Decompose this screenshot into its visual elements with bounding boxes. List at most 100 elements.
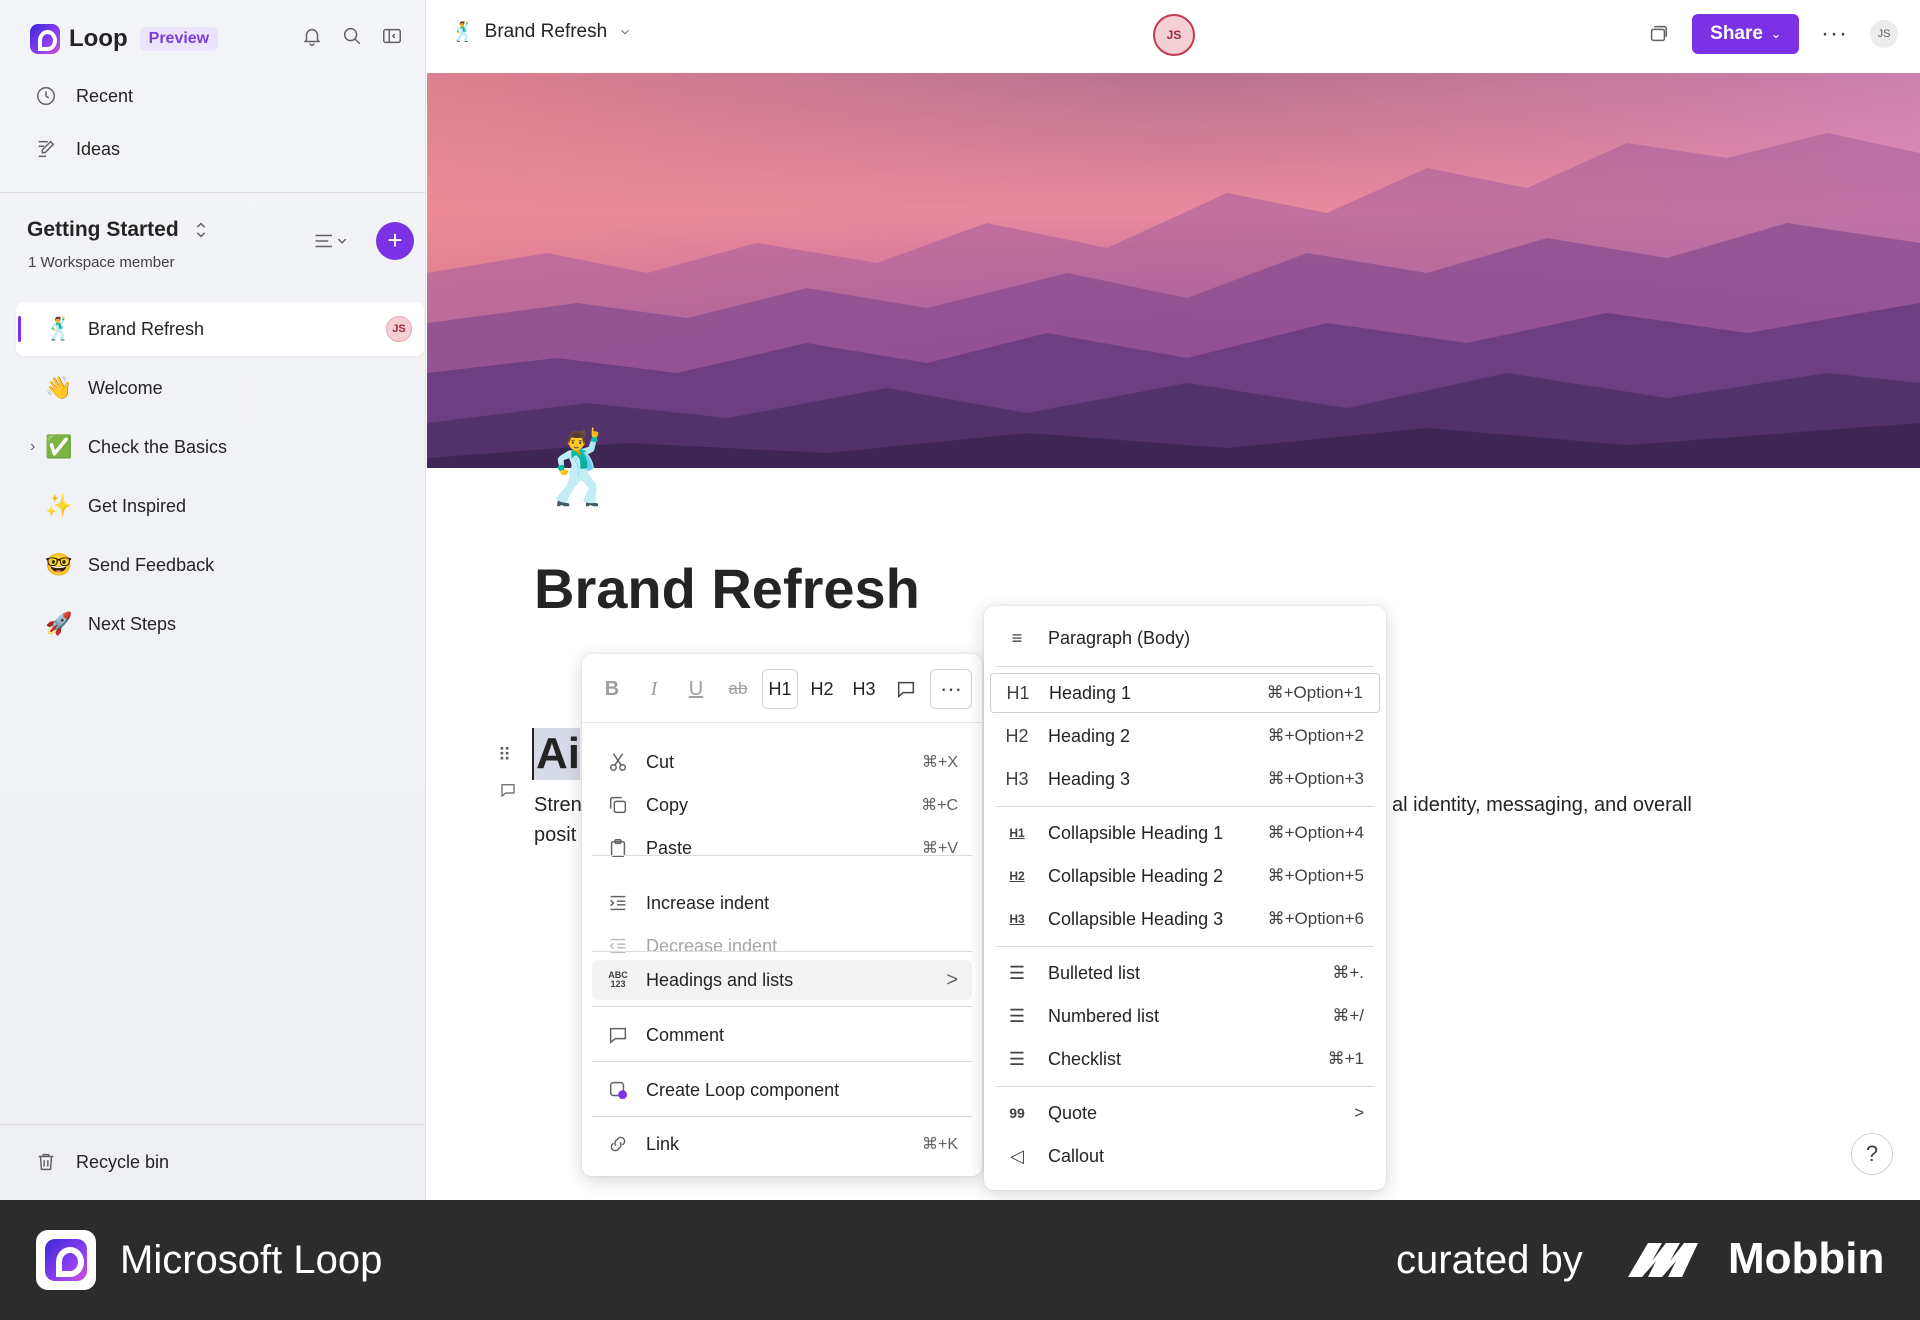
nav-recent-label: Recent: [76, 85, 134, 106]
h3-button[interactable]: H3: [846, 669, 882, 709]
strikethrough-button[interactable]: ab: [720, 669, 756, 709]
submenu-item-heading-2[interactable]: H2 Heading 2 ⌘+Option+2: [990, 716, 1380, 756]
page-item-next-steps[interactable]: 🚀 Next Steps: [16, 597, 424, 651]
copy-icon: [606, 793, 630, 817]
nav-ideas[interactable]: Ideas: [34, 135, 120, 163]
menu-item-headings-and-lists[interactable]: ABC 123 Headings and lists >: [592, 960, 972, 1000]
headings-submenu: ≡ Paragraph (Body) H1 Heading 1 ⌘+Option…: [984, 606, 1386, 1190]
body-text-right[interactable]: al identity, messaging, and overall: [1392, 790, 1692, 820]
pencil-paper-icon: [34, 137, 58, 161]
submenu-item-numbered-list[interactable]: ☰ Numbered list ⌘+/: [990, 996, 1380, 1036]
body-line-2: posit: [534, 824, 577, 846]
submenu-item-shortcut: ⌘+/: [1332, 1006, 1364, 1025]
more-options-button[interactable]: ···: [1821, 20, 1848, 48]
menu-item-comment[interactable]: Comment: [592, 1015, 972, 1055]
page-item-brand-refresh[interactable]: 🕺 Brand Refresh JS: [16, 302, 424, 356]
chevron-right-icon[interactable]: ›: [30, 438, 35, 456]
chevron-right-icon: >: [1354, 1103, 1364, 1122]
share-button-label: Share: [1710, 23, 1763, 44]
help-button[interactable]: ?: [1851, 1133, 1893, 1175]
h1-icon: H1: [1006, 682, 1030, 703]
search-icon[interactable]: [340, 24, 364, 48]
share-button[interactable]: Share ⌄: [1692, 14, 1800, 54]
submenu-item-shortcut: ⌘+Option+6: [1267, 909, 1364, 928]
submenu-item-paragraph[interactable]: ≡ Paragraph (Body): [990, 618, 1380, 658]
menu-item-label: Copy: [646, 794, 689, 815]
collapse-sidebar-icon[interactable]: [380, 24, 404, 48]
h2-button[interactable]: H2: [804, 669, 840, 709]
submenu-item-collapsible-heading-2[interactable]: H2 Collapsible Heading 2 ⌘+Option+5: [990, 856, 1380, 896]
recycle-bin[interactable]: Recycle bin: [34, 1150, 169, 1174]
nav-recent[interactable]: Recent: [34, 82, 133, 110]
format-toolbar: B I U ab H1 H2 H3 ···: [594, 668, 972, 710]
comment-icon: [606, 1023, 630, 1047]
submenu-item-callout[interactable]: ◁ Callout: [990, 1136, 1380, 1176]
menu-divider: [592, 1116, 972, 1117]
clipboard-icon: [606, 836, 630, 860]
page-item-get-inspired[interactable]: ✨ Get Inspired: [16, 479, 424, 533]
abc-123-icon: ABC 123: [608, 970, 628, 989]
submenu-item-label: Checklist: [1048, 1048, 1122, 1069]
user-avatar[interactable]: JS: [1870, 20, 1898, 48]
page-item-label: Send Feedback: [88, 554, 215, 575]
h1-button[interactable]: H1: [762, 669, 798, 709]
add-page-button[interactable]: +: [376, 222, 414, 260]
submenu-divider: [996, 946, 1374, 947]
menu-item-create-loop-component[interactable]: Create Loop component: [592, 1070, 972, 1110]
workspace-title[interactable]: Getting Started: [27, 218, 213, 242]
submenu-item-shortcut: ⌘+Option+4: [1267, 823, 1364, 842]
selected-heading-text[interactable]: Ai: [532, 728, 580, 780]
callout-icon: ◁: [1010, 1145, 1024, 1166]
sort-menu-icon[interactable]: [312, 229, 352, 253]
submenu-item-label: Collapsible Heading 1: [1048, 822, 1224, 843]
loop-logo-icon[interactable]: [30, 24, 60, 54]
comment-button[interactable]: [888, 669, 924, 709]
cover-image[interactable]: [427, 73, 1920, 468]
dancing-man-icon: 🕺: [45, 316, 73, 341]
menu-item-link[interactable]: Link ⌘+K: [592, 1124, 972, 1164]
page-item-check-the-basics[interactable]: › ✅ Check the Basics: [16, 420, 424, 474]
collapsible-h2-icon: H2: [1009, 869, 1025, 883]
document-breadcrumb[interactable]: 🕺 Brand Refresh: [451, 20, 633, 44]
sidebar-divider: [0, 192, 426, 193]
menu-item-copy[interactable]: Copy ⌘+C: [592, 785, 972, 825]
submenu-item-quote[interactable]: 99 Quote >: [990, 1093, 1380, 1133]
submenu-item-checklist[interactable]: ☰ Checklist ⌘+1: [990, 1039, 1380, 1079]
menu-item-paste[interactable]: Paste ⌘+V: [592, 828, 972, 868]
drag-handle-icon[interactable]: ⠿: [498, 745, 511, 766]
submenu-item-collapsible-heading-3[interactable]: H3 Collapsible Heading 3 ⌘+Option+6: [990, 899, 1380, 939]
submenu-item-collapsible-heading-1[interactable]: H1 Collapsible Heading 1 ⌘+Option+4: [990, 813, 1380, 853]
chevron-down-icon: [617, 20, 633, 44]
bell-icon[interactable]: [300, 24, 324, 48]
comment-icon: [894, 677, 918, 701]
comment-icon[interactable]: [496, 778, 520, 802]
page-item-label: Check the Basics: [88, 436, 228, 457]
menu-divider: [592, 855, 972, 856]
submenu-item-heading-1[interactable]: H1 Heading 1 ⌘+Option+1: [990, 673, 1380, 713]
sidebar-bottom-divider: [0, 1124, 426, 1125]
footer-curated-by: curated by: [1396, 1238, 1583, 1282]
page-emoji-icon[interactable]: 🕺: [536, 428, 623, 510]
scissors-icon: [606, 750, 630, 774]
menu-item-increase-indent[interactable]: Increase indent: [592, 883, 972, 923]
page-item-welcome[interactable]: 👋 Welcome: [16, 361, 424, 415]
submenu-item-bulleted-list[interactable]: ☰ Bulleted list ⌘+.: [990, 953, 1380, 993]
submenu-item-label: Bulleted list: [1048, 962, 1141, 983]
bold-button[interactable]: B: [594, 669, 630, 709]
menu-item-cut[interactable]: Cut ⌘+X: [592, 742, 972, 782]
menu-item-label: Link: [646, 1133, 680, 1154]
chevron-right-icon: >: [946, 968, 958, 991]
underline-button[interactable]: U: [678, 669, 714, 709]
menu-divider: [592, 1061, 972, 1062]
body-text-left[interactable]: Stren posit: [534, 790, 582, 850]
presence-avatar[interactable]: JS: [1153, 14, 1195, 56]
more-format-button[interactable]: ···: [930, 669, 972, 709]
menu-item-label: Create Loop component: [646, 1079, 840, 1100]
page-title[interactable]: Brand Refresh: [534, 556, 920, 621]
submenu-item-heading-3[interactable]: H3 Heading 3 ⌘+Option+3: [990, 759, 1380, 799]
italic-button[interactable]: I: [636, 669, 672, 709]
menu-item-shortcut: ⌘+K: [921, 1136, 958, 1153]
sparkles-icon: ✨: [45, 493, 73, 518]
page-item-send-feedback[interactable]: 🤓 Send Feedback: [16, 538, 424, 592]
focus-frame-icon[interactable]: [1646, 22, 1670, 46]
